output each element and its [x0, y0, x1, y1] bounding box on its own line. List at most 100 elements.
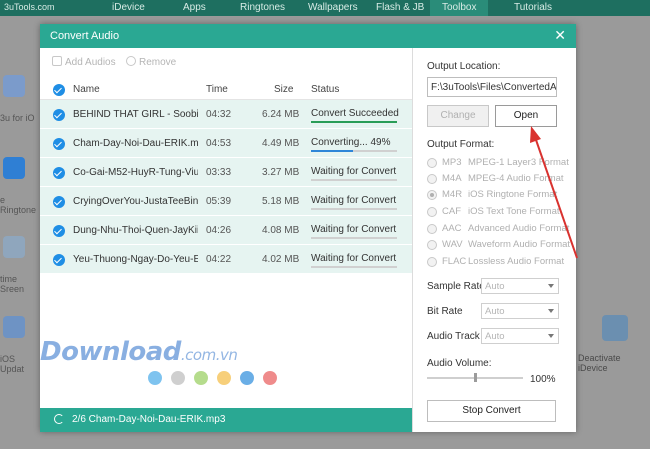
change-button[interactable]: Change — [427, 105, 489, 127]
dialog-title: Convert Audio — [50, 30, 120, 42]
bit-rate-label: Bit Rate — [427, 306, 463, 317]
stop-convert-button[interactable]: Stop Convert — [427, 400, 556, 422]
dialog-titlebar: Convert Audio ✕ — [40, 24, 576, 48]
convert-audio-dialog: Convert Audio ✕ Add Audios Remove Name T… — [40, 24, 576, 432]
row-checkbox[interactable] — [53, 167, 65, 179]
output-location-label: Output Location: — [427, 61, 501, 72]
radio-icon — [427, 224, 437, 234]
row-status: Waiting for Convert — [311, 253, 397, 264]
side-label-1: 3u for iO — [0, 113, 35, 123]
format-code: CAF — [442, 206, 461, 217]
audio-track-select[interactable]: Auto — [481, 328, 559, 344]
table-row[interactable]: Dung-Nhu-Thoi-Quen-JayKii... 04:26 4.08 … — [40, 216, 412, 245]
row-name: Cham-Day-Noi-Dau-ERIK.mp3 — [73, 138, 198, 149]
screen-icon[interactable] — [3, 236, 25, 258]
progress-bar — [311, 150, 397, 152]
row-size: 3.27 MB — [262, 167, 300, 178]
html5-icon[interactable] — [3, 75, 25, 97]
brand-text: 3uTools.com — [4, 2, 55, 12]
output-path-field[interactable]: F:\3uTools\Files\ConvertedAudio — [427, 77, 557, 97]
format-code: AAC — [442, 223, 462, 234]
table-row[interactable]: Cham-Day-Noi-Dau-ERIK.mp3 04:53 4.49 MB … — [40, 129, 412, 158]
add-audios-button[interactable]: Add Audios — [52, 56, 116, 68]
watermark-dot — [148, 371, 162, 385]
add-icon — [52, 56, 62, 66]
file-list: BEHIND THAT GIRL - Soobin ... 04:32 6.24… — [40, 100, 412, 274]
format-desc: Lossless Audio Format — [468, 256, 565, 267]
watermark-logo: Download.com.vn — [40, 337, 238, 367]
remove-label: Remove — [139, 57, 177, 68]
progress-bar — [311, 208, 397, 210]
tab-ringtones[interactable]: Ringtones — [240, 2, 285, 13]
format-code: MP3 — [442, 157, 462, 168]
tab-wallpapers[interactable]: Wallpapers — [308, 2, 358, 13]
radio-icon — [427, 207, 437, 217]
remove-icon — [126, 56, 136, 66]
volume-slider[interactable] — [427, 373, 523, 382]
row-name: Yeu-Thuong-Ngay-Do-Yeu-E... — [73, 254, 198, 265]
format-desc: iOS Ringtone Format — [468, 189, 558, 200]
table-row[interactable]: CryingOverYou-JustaTeeBinz-... 05:39 5.1… — [40, 187, 412, 216]
watermark-dot — [217, 371, 231, 385]
row-status: Convert Succeeded — [311, 108, 399, 119]
row-time: 04:32 — [206, 109, 232, 120]
row-checkbox[interactable] — [53, 196, 65, 208]
gear-icon[interactable] — [3, 316, 25, 338]
col-size: Size — [274, 84, 294, 95]
bit-rate-value: Auto — [485, 306, 505, 317]
format-desc: MPEG-4 Audio Format — [468, 173, 564, 184]
tab-flash-jb[interactable]: Flash & JB — [376, 2, 424, 13]
row-status: Waiting for Convert — [311, 224, 397, 235]
format-desc: MPEG-1 Layer3 Format — [468, 157, 569, 168]
progress-bar — [311, 179, 397, 181]
bit-rate-select[interactable]: Auto — [481, 303, 559, 319]
sample-rate-select[interactable]: Auto — [481, 278, 559, 294]
watermark-dot — [263, 371, 277, 385]
bell-icon[interactable] — [3, 157, 25, 179]
watermark-domain: .com.vn — [180, 346, 238, 364]
watermark-dot — [194, 371, 208, 385]
radio-icon — [427, 240, 437, 250]
output-format-label: Output Format: — [427, 139, 495, 150]
open-button[interactable]: Open — [495, 105, 557, 127]
watermark-dot — [240, 371, 254, 385]
deactivate-icon[interactable] — [602, 315, 628, 341]
row-checkbox[interactable] — [53, 109, 65, 121]
col-name: Name — [73, 84, 100, 95]
table-row[interactable]: BEHIND THAT GIRL - Soobin ... 04:32 6.24… — [40, 100, 412, 129]
tab-idevice[interactable]: iDevice — [112, 2, 145, 13]
settings-pane: Output Location: F:\3uTools\Files\Conver… — [413, 48, 576, 432]
table-row[interactable]: Co-Gai-M52-HuyR-Tung-Viu... 03:33 3.27 M… — [40, 158, 412, 187]
format-code: M4R — [442, 189, 463, 200]
row-size: 6.24 MB — [262, 109, 300, 120]
format-desc: Waveform Audio Format — [468, 239, 571, 250]
tab-tutorials[interactable]: Tutorials — [514, 2, 552, 13]
volume-knob[interactable] — [473, 373, 477, 382]
close-icon[interactable]: ✕ — [554, 27, 566, 44]
row-name: CryingOverYou-JustaTeeBinz-... — [73, 196, 198, 207]
side-label-4: iOS Updat — [0, 354, 25, 374]
row-time: 03:33 — [206, 167, 232, 178]
progress-bar — [311, 266, 397, 268]
row-checkbox[interactable] — [53, 138, 65, 150]
progress-bar — [311, 237, 397, 239]
remove-button[interactable]: Remove — [126, 56, 176, 68]
radio-icon — [427, 158, 437, 168]
audio-track-value: Auto — [485, 331, 505, 342]
tab-toolbox[interactable]: Toolbox — [430, 0, 489, 16]
row-name: BEHIND THAT GIRL - Soobin ... — [73, 109, 198, 120]
table-row[interactable]: Yeu-Thuong-Ngay-Do-Yeu-E... 04:22 4.02 M… — [40, 245, 412, 274]
sample-rate-label: Sample Rate — [427, 281, 485, 292]
select-all-checkbox[interactable] — [53, 84, 65, 96]
sample-rate-value: Auto — [485, 281, 505, 292]
table-header: Name Time Size Status — [40, 80, 412, 100]
row-checkbox[interactable] — [53, 225, 65, 237]
tab-apps[interactable]: Apps — [183, 2, 206, 13]
side-label-3: time Sreen — [0, 274, 25, 294]
format-code: WAV — [442, 239, 463, 250]
watermark-text: Download — [40, 337, 181, 367]
format-code: M4A — [442, 173, 462, 184]
audio-volume-label: Audio Volume: — [427, 358, 492, 369]
row-time: 04:22 — [206, 254, 232, 265]
row-checkbox[interactable] — [53, 254, 65, 266]
